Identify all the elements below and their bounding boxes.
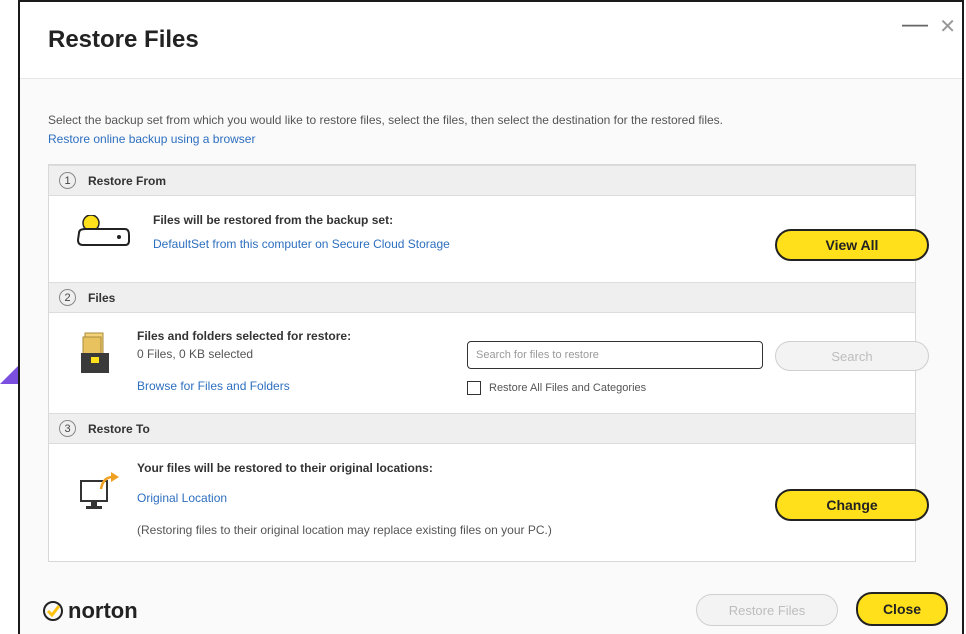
title-bar: Restore Files — ✕ bbox=[20, 2, 962, 79]
restore-all-label: Restore All Files and Categories bbox=[489, 382, 647, 394]
section-label: Restore From bbox=[88, 173, 167, 188]
original-location-link[interactable]: Original Location bbox=[137, 491, 227, 505]
restore-files-window: Restore Files — ✕ Select the backup set … bbox=[18, 0, 964, 634]
checkmark-logo-icon bbox=[43, 601, 63, 621]
step-number: 2 bbox=[59, 289, 76, 306]
intro-text: Select the backup set from which you wou… bbox=[48, 113, 724, 127]
pointer-arrow-icon bbox=[0, 366, 18, 384]
files-selected-count: 0 Files, 0 KB selected bbox=[137, 347, 254, 361]
monitor-restore-icon bbox=[80, 472, 119, 509]
search-button[interactable]: Search bbox=[775, 341, 929, 371]
step-number: 1 bbox=[59, 172, 76, 189]
restore-to-heading: Your files will be restored to their ori… bbox=[137, 461, 433, 475]
window-title: Restore Files bbox=[48, 26, 199, 53]
section-header-restore-to: 3 Restore To bbox=[49, 413, 915, 444]
restore-online-link[interactable]: Restore online backup using a browser bbox=[48, 132, 255, 146]
section-header-files: 2 Files bbox=[49, 282, 915, 313]
restore-panel: 1 Restore From Files will be restored fr… bbox=[48, 164, 929, 562]
browse-files-link[interactable]: Browse for Files and Folders bbox=[137, 379, 290, 393]
section-label: Files bbox=[88, 290, 116, 305]
section-label: Restore To bbox=[88, 421, 150, 436]
close-window-button[interactable]: ✕ bbox=[939, 14, 956, 39]
files-folder-icon bbox=[81, 332, 109, 373]
norton-logo: norton bbox=[42, 598, 138, 624]
close-button[interactable]: Close bbox=[856, 592, 948, 626]
section-header-restore-from: 1 Restore From bbox=[49, 165, 915, 196]
files-selected-heading: Files and folders selected for restore: bbox=[137, 329, 352, 343]
restore-files-button[interactable]: Restore Files bbox=[696, 594, 838, 626]
search-input[interactable] bbox=[467, 341, 763, 369]
minimize-button[interactable]: — bbox=[902, 8, 928, 39]
step-number: 3 bbox=[59, 420, 76, 437]
view-all-button[interactable]: View All bbox=[775, 229, 929, 261]
brand-name: norton bbox=[68, 598, 138, 623]
backup-set-link[interactable]: DefaultSet from this computer on Secure … bbox=[153, 237, 450, 251]
change-button[interactable]: Change bbox=[775, 489, 929, 521]
dialog-content: Select the backup set from which you wou… bbox=[20, 79, 962, 634]
restore-warning-note: (Restoring files to their original locat… bbox=[137, 523, 552, 537]
backup-set-heading: Files will be restored from the backup s… bbox=[153, 213, 394, 227]
hard-drive-icon bbox=[76, 215, 130, 246]
restore-all-checkbox[interactable] bbox=[467, 381, 481, 395]
